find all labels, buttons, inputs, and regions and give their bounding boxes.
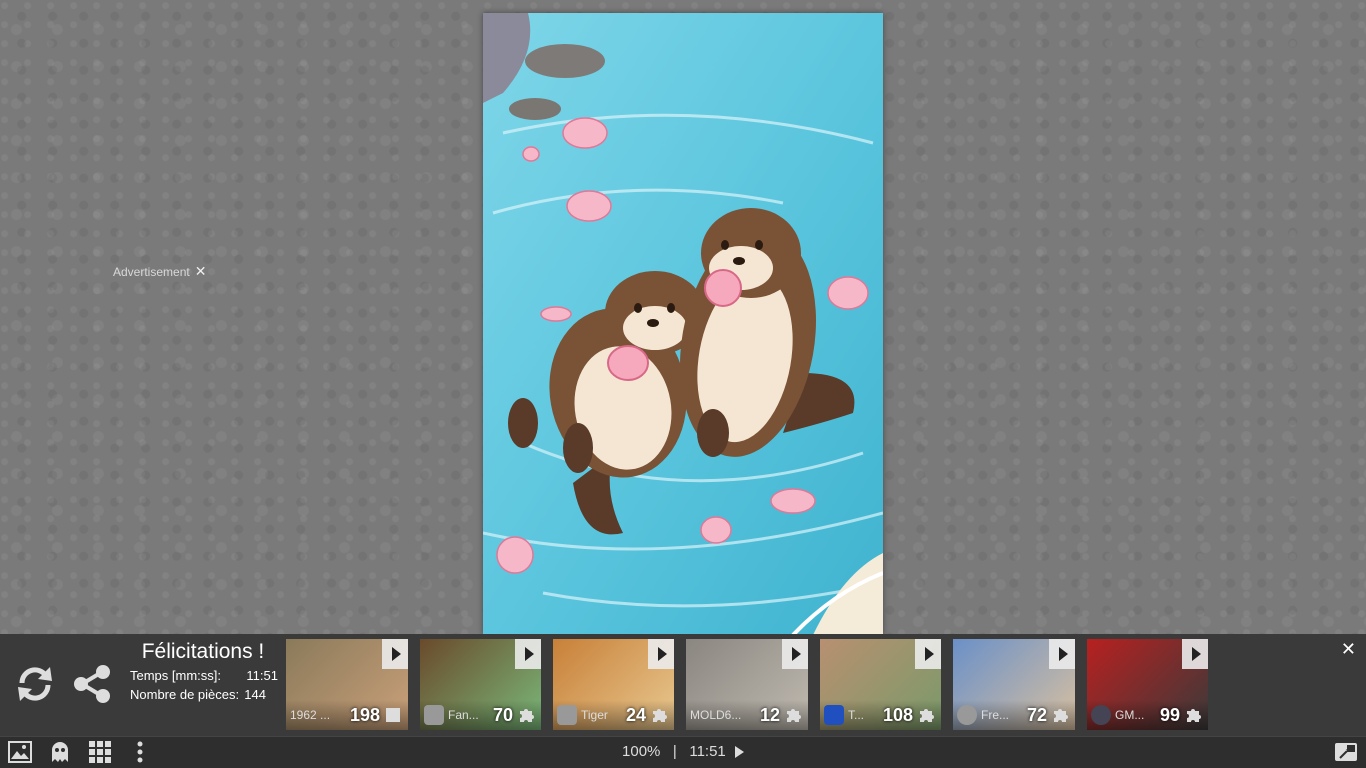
timer-play-icon[interactable] <box>734 746 744 759</box>
time-label: Temps [mm:ss]: <box>130 668 222 683</box>
thumbnail-meta: Fan... 70 <box>420 700 541 730</box>
piece-count: 12 <box>759 704 780 725</box>
puzzle-thumbnail[interactable]: Tiger 24 <box>553 639 674 730</box>
puzzle-piece-icon <box>520 709 534 722</box>
advertisement-text: Advertisement <box>113 264 190 279</box>
completed-puzzle-image <box>483 13 883 635</box>
puzzle-thumbnail[interactable]: 1962 ... 198 <box>286 639 408 730</box>
piece-count: 99 <box>1159 704 1180 725</box>
puzzle-thumbnail[interactable]: Fre... 72 <box>953 639 1075 730</box>
play-icon[interactable] <box>648 639 674 669</box>
author-avatar <box>557 705 577 725</box>
puzzle-thumbnail[interactable]: T... 108 <box>820 639 941 730</box>
pieces-row: Nombre de pièces: 144 <box>128 687 278 702</box>
piece-count: 72 <box>1026 704 1047 725</box>
author-avatar <box>824 705 844 725</box>
puzzle-piece-icon <box>920 709 934 722</box>
play-icon[interactable] <box>782 639 808 669</box>
author-avatar <box>424 705 444 725</box>
pieces-label: Nombre de pièces: <box>130 687 240 702</box>
share-icon[interactable] <box>72 664 112 704</box>
puzzle-piece-icon <box>1187 709 1201 722</box>
zoom-level[interactable]: 100% <box>622 743 660 760</box>
thumbnail-meta: GM... 99 <box>1087 700 1208 730</box>
thumbnail-meta: Tiger 24 <box>553 700 674 730</box>
thumbnail-title: Fan... <box>448 708 479 722</box>
thumbnail-title: MOLD6... <box>690 708 742 722</box>
author-avatar <box>957 705 977 725</box>
thumbnail-meta: 1962 ... 198 <box>286 700 408 730</box>
puzzle-piece-icon <box>1054 709 1068 722</box>
thumbnail-title: 1962 ... <box>290 708 331 722</box>
thumbnail-title: Tiger <box>581 708 608 722</box>
timer: 11:51 <box>689 743 726 760</box>
puzzle-thumbnail[interactable]: MOLD6... 12 <box>686 639 808 730</box>
piece-count: 24 <box>625 704 646 725</box>
puzzle-piece-icon <box>787 709 801 722</box>
play-icon[interactable] <box>515 639 541 669</box>
close-bar-icon[interactable]: ✕ <box>1341 639 1356 660</box>
puzzle-thumbnail[interactable]: GM... 99 <box>1087 639 1208 730</box>
exit-fullscreen-icon[interactable] <box>1334 740 1358 764</box>
thumbnail-title: T... <box>848 708 865 722</box>
puzzle-thumbnail[interactable]: Fan... 70 <box>420 639 541 730</box>
author-avatar <box>1091 705 1111 725</box>
thumbnail-title: GM... <box>1115 708 1145 722</box>
toolbar-status: 100% | 11:51 <box>0 743 1366 760</box>
play-icon[interactable] <box>382 639 408 669</box>
advertisement-label: Advertisement ✕ <box>113 263 206 280</box>
congratulations-title: Félicitations ! <box>141 640 265 663</box>
pieces-value: 144 <box>244 687 266 702</box>
otters-illustration <box>483 13 883 635</box>
puzzle-piece-icon <box>653 709 667 722</box>
time-row: Temps [mm:ss]: 11:51 <box>128 668 278 683</box>
thumbnail-meta: MOLD6... 12 <box>686 700 808 730</box>
piece-count: 198 <box>349 704 380 725</box>
time-value: 11:51 <box>246 668 278 683</box>
thumbnail-meta: T... 108 <box>820 700 941 730</box>
restart-icon[interactable] <box>14 663 56 705</box>
play-icon[interactable] <box>1182 639 1208 669</box>
advertisement-close-icon[interactable]: ✕ <box>195 263 207 280</box>
toolbar-separator: | <box>672 743 677 760</box>
thumbnail-meta: Fre... 72 <box>953 700 1075 730</box>
play-icon[interactable] <box>1049 639 1075 669</box>
play-icon[interactable] <box>915 639 941 669</box>
square-piece-icon <box>386 708 400 722</box>
thumbnail-title: Fre... <box>981 708 1010 722</box>
piece-count: 70 <box>492 704 513 725</box>
piece-count: 108 <box>882 704 913 725</box>
congratulations-summary: Félicitations ! Temps [mm:ss]: 11:51 Nom… <box>128 640 278 702</box>
